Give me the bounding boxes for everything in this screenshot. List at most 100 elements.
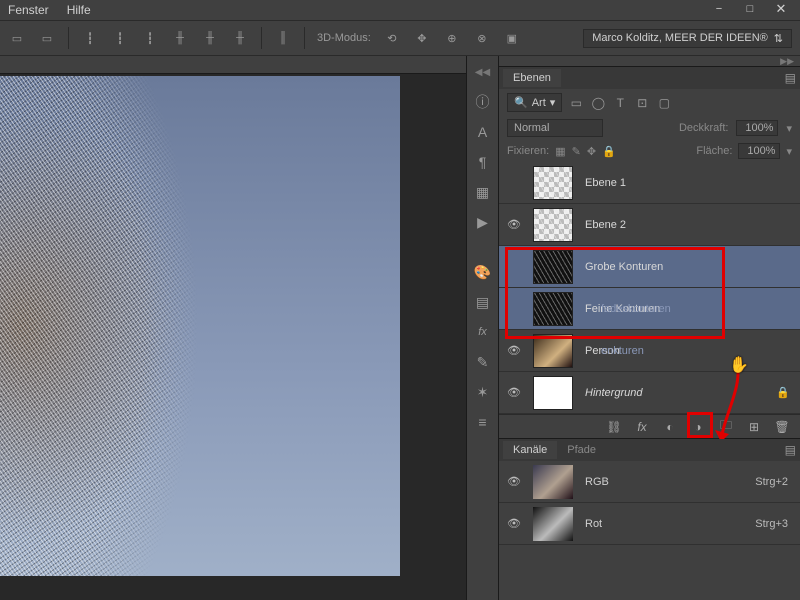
distribute-icon-4[interactable]: ╫: [171, 29, 189, 47]
3d-scale-icon[interactable]: ⊗: [473, 29, 491, 47]
layer-row[interactable]: Ebene 1: [499, 162, 800, 204]
color-panel-icon[interactable]: 🎨: [473, 262, 493, 282]
window-minimize[interactable]: −: [704, 0, 734, 18]
chevron-down-icon[interactable]: ▾: [786, 145, 792, 158]
collapse-icon[interactable]: ◀◀: [473, 62, 493, 82]
layer-row[interactable]: 👁Personenkturen: [499, 330, 800, 372]
layer-visibility-toggle[interactable]: 👁: [499, 344, 529, 357]
layer-name[interactable]: Grobe Konturen: [585, 261, 663, 273]
styles-panel-icon[interactable]: fx: [473, 322, 493, 342]
mixer-panel-icon[interactable]: ✶: [473, 382, 493, 402]
channel-shortcut: Strg+3: [755, 518, 788, 530]
link-layers-icon[interactable]: ⛓: [606, 419, 622, 435]
distribute-icon-3[interactable]: ┇: [141, 29, 159, 47]
channel-visibility-toggle[interactable]: 👁: [499, 517, 529, 530]
distribute-icon[interactable]: ┇: [81, 29, 99, 47]
layer-thumbnail[interactable]: [533, 376, 573, 410]
filter-shape-icon[interactable]: ⊡: [634, 95, 650, 111]
channels-tab[interactable]: Kanäle: [503, 441, 557, 459]
new-group-icon[interactable]: 🗀: [718, 419, 734, 435]
3d-camera-icon[interactable]: ▣: [503, 29, 521, 47]
filter-adjust-icon[interactable]: ◯: [590, 95, 606, 111]
canvas-area[interactable]: [0, 56, 466, 600]
delete-layer-icon[interactable]: 🗑: [774, 419, 790, 435]
menu-fenster[interactable]: Fenster: [8, 3, 49, 17]
paths-tab[interactable]: Pfade: [557, 441, 606, 459]
distribute-icon-5[interactable]: ╫: [201, 29, 219, 47]
distribute-icon-6[interactable]: ╫: [231, 29, 249, 47]
filter-pixel-icon[interactable]: ▭: [568, 95, 584, 111]
layer-mask-icon[interactable]: ◐: [662, 419, 678, 435]
layer-name[interactable]: Ebene 1: [585, 177, 626, 189]
panel-collapse-icon[interactable]: ▶▶: [499, 56, 800, 66]
paragraph-panel-icon[interactable]: ¶: [473, 152, 493, 172]
layer-thumbnail[interactable]: [533, 334, 573, 368]
layers-tab[interactable]: Ebenen: [503, 69, 561, 87]
search-icon: 🔍: [514, 96, 528, 109]
layer-filter-kind[interactable]: 🔍 Art ▾: [507, 93, 562, 112]
layer-visibility-toggle[interactable]: 👁: [499, 386, 529, 399]
channel-name: Rot: [585, 518, 602, 530]
fill-input[interactable]: 100%: [738, 143, 780, 159]
layer-row[interactable]: Grobe Konturen: [499, 246, 800, 288]
grid-panel-icon[interactable]: ▤: [473, 292, 493, 312]
channel-thumbnail: [533, 507, 573, 541]
channel-row[interactable]: 👁 Rot Strg+3: [499, 503, 800, 545]
character-panel-icon[interactable]: A: [473, 122, 493, 142]
layer-row[interactable]: Feine Konturenfadeskonturen: [499, 288, 800, 330]
align-icon[interactable]: ▭: [8, 29, 26, 47]
layer-visibility-toggle[interactable]: 👁: [499, 218, 529, 231]
3d-mode-label: 3D-Modus:: [317, 32, 371, 44]
brush-panel-icon[interactable]: ✎: [473, 352, 493, 372]
blend-mode-dropdown[interactable]: Normal: [507, 119, 603, 137]
layer-fx-icon[interactable]: fx: [634, 419, 650, 435]
layer-name[interactable]: Hintergrund: [585, 387, 642, 399]
layer-row[interactable]: 👁 Ebene 2: [499, 204, 800, 246]
menubar: Fenster Hilfe − □ ✕: [0, 0, 800, 20]
document-canvas[interactable]: [0, 76, 400, 576]
panel-menu-icon[interactable]: ▤: [785, 71, 796, 85]
layers-panel: Ebenen ▤ 🔍 Art ▾ ▭ ◯ T ⊡ ▢ Normal: [499, 66, 800, 438]
window-close[interactable]: ✕: [766, 0, 796, 18]
timeline-panel-icon[interactable]: ≡: [473, 412, 493, 432]
lock-all-icon[interactable]: 🔒: [602, 145, 616, 158]
layer-thumbnail[interactable]: [533, 166, 573, 200]
channel-visibility-toggle[interactable]: 👁: [499, 475, 529, 488]
info-panel-icon[interactable]: ⓘ: [473, 92, 493, 112]
3d-move-icon[interactable]: ⊕: [443, 29, 461, 47]
channel-row[interactable]: 👁RGBStrg+2: [499, 461, 800, 503]
actions-panel-icon[interactable]: ▶: [473, 212, 493, 232]
distribute-icon-2[interactable]: ┇: [111, 29, 129, 47]
lock-paint-icon[interactable]: ✎: [572, 145, 581, 158]
filter-smart-icon[interactable]: ▢: [656, 95, 672, 111]
menu-hilfe[interactable]: Hilfe: [67, 3, 91, 17]
layer-row[interactable]: 👁 Hintergrund 🔒: [499, 372, 800, 414]
lock-icon: 🔒: [776, 386, 790, 399]
panel-menu-icon[interactable]: ▤: [785, 443, 796, 457]
channels-panel: Kanäle Pfade ▤ 👁RGBStrg+2👁RotStrg+3: [499, 438, 800, 545]
3d-orbit-icon[interactable]: ⟲: [383, 29, 401, 47]
3d-pan-icon[interactable]: ✥: [413, 29, 431, 47]
channel-shortcut: Strg+2: [755, 476, 788, 488]
swatches-panel-icon[interactable]: ▦: [473, 182, 493, 202]
chevron-down-icon[interactable]: ▾: [786, 122, 792, 135]
window-maximize[interactable]: □: [735, 0, 765, 18]
opacity-input[interactable]: 100%: [736, 120, 778, 136]
adjustment-layer-icon[interactable]: ◑: [690, 419, 706, 435]
chevron-updown-icon: ⇅: [774, 32, 783, 45]
layer-name[interactable]: Ebene 2: [585, 219, 626, 231]
layer-thumbnail[interactable]: [533, 292, 573, 326]
filter-type-icon[interactable]: T: [612, 95, 628, 111]
cursor-hand-icon: ✋: [729, 355, 749, 375]
workspace-dropdown[interactable]: Marco Kolditz, MEER DER IDEEN® ⇅: [583, 29, 792, 48]
align-icon-2[interactable]: ▭: [38, 29, 56, 47]
lock-position-icon[interactable]: ✥: [587, 145, 596, 158]
new-layer-icon[interactable]: ⊞: [746, 419, 762, 435]
layer-thumbnail[interactable]: [533, 208, 573, 242]
options-bar: ▭ ▭ ┇ ┇ ┇ ╫ ╫ ╫ ║ 3D-Modus: ⟲ ✥ ⊕ ⊗ ▣ Ma…: [0, 20, 800, 56]
spacing-icon[interactable]: ║: [274, 29, 292, 47]
lock-transparent-icon[interactable]: ▦: [555, 145, 565, 158]
layer-thumbnail[interactable]: [533, 250, 573, 284]
layer-name-ghost: enkturen: [601, 345, 644, 357]
opacity-label: Deckkraft:: [679, 122, 729, 134]
